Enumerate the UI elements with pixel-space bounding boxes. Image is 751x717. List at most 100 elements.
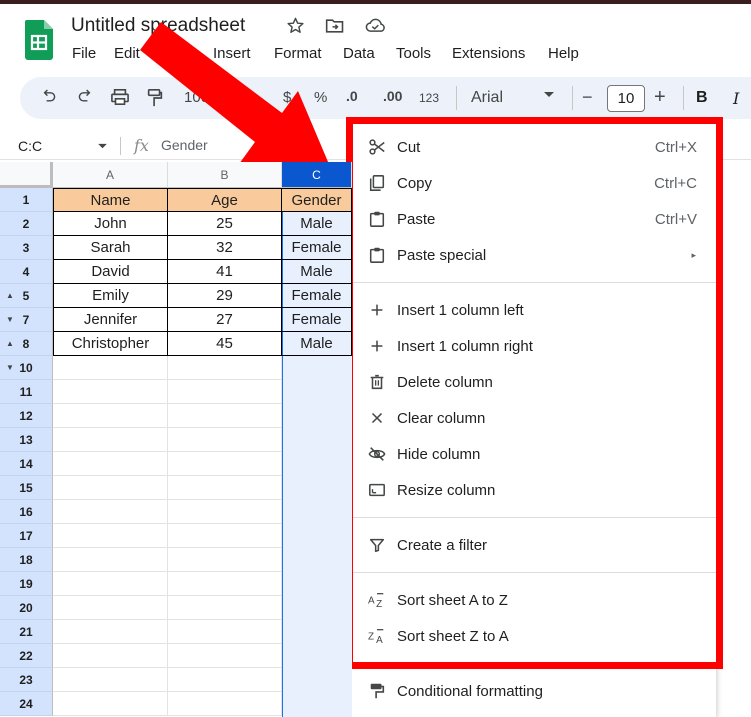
empty-cell[interactable] bbox=[168, 644, 282, 668]
column-header-b[interactable]: B bbox=[168, 162, 282, 188]
row-header[interactable]: 21 bbox=[0, 620, 53, 644]
hidden-rows-toggle-icon[interactable]: ▼ bbox=[6, 363, 14, 372]
empty-cell[interactable] bbox=[168, 404, 282, 428]
cell-b5[interactable]: 29 bbox=[168, 284, 282, 308]
row-header[interactable]: 18 bbox=[0, 548, 53, 572]
empty-cell[interactable] bbox=[168, 500, 282, 524]
menu-item-paste[interactable]: Paste Ctrl+V bbox=[352, 201, 716, 237]
empty-cell[interactable] bbox=[168, 620, 282, 644]
menu-item-insert-1-column-left[interactable]: Insert 1 column left bbox=[352, 292, 716, 328]
cell-a3[interactable]: Sarah bbox=[53, 236, 168, 260]
italic-button[interactable]: I bbox=[733, 89, 739, 108]
decrease-font-size-button[interactable]: − bbox=[582, 87, 593, 108]
empty-cell[interactable] bbox=[168, 572, 282, 596]
empty-cell[interactable] bbox=[53, 572, 168, 596]
menu-item-cut[interactable]: Cut Ctrl+X bbox=[352, 129, 716, 165]
currency-format-button[interactable]: $ bbox=[283, 89, 291, 106]
hidden-rows-toggle-icon[interactable]: ▲ bbox=[6, 339, 14, 348]
empty-cell[interactable] bbox=[53, 620, 168, 644]
redo-icon[interactable] bbox=[77, 88, 93, 104]
row-header[interactable]: 12 bbox=[0, 404, 53, 428]
row-header[interactable]: 19 bbox=[0, 572, 53, 596]
menu-edit[interactable]: Edit bbox=[114, 45, 157, 62]
column-header-a[interactable]: A bbox=[53, 162, 168, 188]
row-header[interactable]: 7 ▼ bbox=[0, 308, 53, 332]
cell-c8[interactable]: Male bbox=[282, 332, 352, 356]
empty-cell[interactable] bbox=[168, 596, 282, 620]
row-header[interactable]: 8 ▲ bbox=[0, 332, 53, 356]
bold-button[interactable]: B bbox=[696, 89, 708, 107]
menu-item-delete-column[interactable]: Delete column bbox=[352, 364, 716, 400]
cell-a7[interactable]: Jennifer bbox=[53, 308, 168, 332]
row-header[interactable]: 14 bbox=[0, 452, 53, 476]
row-header[interactable]: 10 ▼ bbox=[0, 356, 53, 380]
empty-cell[interactable] bbox=[168, 668, 282, 692]
empty-cell[interactable] bbox=[53, 452, 168, 476]
cell-a1[interactable]: Name bbox=[53, 188, 168, 212]
menu-view[interactable]: View bbox=[157, 45, 213, 62]
menu-format[interactable]: Format bbox=[274, 45, 343, 62]
menu-item-sort-sheet-z-to-a[interactable]: Z A Sort sheet Z to A bbox=[352, 618, 716, 654]
cloud-saved-icon[interactable] bbox=[365, 17, 386, 34]
move-to-folder-icon[interactable] bbox=[325, 17, 345, 35]
empty-cell[interactable] bbox=[53, 548, 168, 572]
menu-item-hide-column[interactable]: Hide column bbox=[352, 436, 716, 472]
menu-extensions[interactable]: Extensions bbox=[452, 45, 548, 62]
empty-cell[interactable] bbox=[53, 668, 168, 692]
cell-c2[interactable]: Male bbox=[282, 212, 352, 236]
cell-b3[interactable]: 32 bbox=[168, 236, 282, 260]
empty-cell[interactable] bbox=[168, 476, 282, 500]
empty-cell[interactable] bbox=[53, 524, 168, 548]
more-formats-button[interactable]: 123 bbox=[419, 91, 439, 105]
percent-format-button[interactable]: % bbox=[314, 89, 327, 106]
hidden-rows-toggle-icon[interactable]: ▲ bbox=[6, 291, 14, 300]
menu-item-paste-special[interactable]: Paste special ▸ bbox=[352, 237, 716, 273]
increase-font-size-button[interactable]: + bbox=[654, 86, 666, 109]
empty-cell[interactable] bbox=[53, 428, 168, 452]
menu-item-copy[interactable]: Copy Ctrl+C bbox=[352, 165, 716, 201]
cell-b2[interactable]: 25 bbox=[168, 212, 282, 236]
row-header[interactable]: 1 bbox=[0, 188, 53, 212]
cell-c7[interactable]: Female bbox=[282, 308, 352, 332]
select-all-corner[interactable] bbox=[0, 162, 53, 188]
decrease-decimal-button[interactable]: .0 bbox=[346, 88, 358, 104]
empty-cell[interactable] bbox=[53, 476, 168, 500]
menu-data[interactable]: Data bbox=[343, 45, 396, 62]
row-header[interactable]: 16 bbox=[0, 500, 53, 524]
row-header[interactable]: 13 bbox=[0, 428, 53, 452]
font-size-input[interactable]: 10 bbox=[607, 85, 645, 112]
empty-cell[interactable] bbox=[53, 596, 168, 620]
row-header[interactable]: 22 bbox=[0, 644, 53, 668]
zoom-select[interactable]: 100% bbox=[184, 89, 222, 106]
cell-a8[interactable]: Christopher bbox=[53, 332, 168, 356]
cell-c5[interactable]: Female bbox=[282, 284, 352, 308]
row-header[interactable]: 24 bbox=[0, 692, 53, 716]
row-header[interactable]: 20 bbox=[0, 596, 53, 620]
empty-cell[interactable] bbox=[168, 692, 282, 716]
name-box-dropdown-icon[interactable] bbox=[97, 143, 108, 150]
font-select[interactable]: Arial bbox=[471, 89, 503, 107]
menu-file[interactable]: File bbox=[72, 45, 114, 62]
cell-b8[interactable]: 45 bbox=[168, 332, 282, 356]
cell-c3[interactable]: Female bbox=[282, 236, 352, 260]
menu-item-insert-1-column-right[interactable]: Insert 1 column right bbox=[352, 328, 716, 364]
menu-tools[interactable]: Tools bbox=[396, 45, 452, 62]
empty-cell[interactable] bbox=[53, 500, 168, 524]
name-box[interactable]: C:C bbox=[18, 138, 42, 154]
row-header[interactable]: 11 bbox=[0, 380, 53, 404]
cell-c4[interactable]: Male bbox=[282, 260, 352, 284]
cell-b1[interactable]: Age bbox=[168, 188, 282, 212]
empty-cell[interactable] bbox=[168, 452, 282, 476]
menu-insert[interactable]: Insert bbox=[213, 45, 274, 62]
row-header[interactable]: 3 bbox=[0, 236, 53, 260]
document-title[interactable]: Untitled spreadsheet bbox=[71, 15, 245, 37]
cell-b4[interactable]: 41 bbox=[168, 260, 282, 284]
menu-item-clear-column[interactable]: Clear column bbox=[352, 400, 716, 436]
empty-cell[interactable] bbox=[53, 380, 168, 404]
cell-a2[interactable]: John bbox=[53, 212, 168, 236]
undo-icon[interactable] bbox=[41, 88, 57, 104]
menu-item-create-a-filter[interactable]: Create a filter bbox=[352, 527, 716, 563]
cell-c1[interactable]: Gender bbox=[282, 188, 352, 212]
empty-cell[interactable] bbox=[168, 380, 282, 404]
menu-item-conditional-formatting[interactable]: Conditional formatting bbox=[352, 673, 716, 709]
